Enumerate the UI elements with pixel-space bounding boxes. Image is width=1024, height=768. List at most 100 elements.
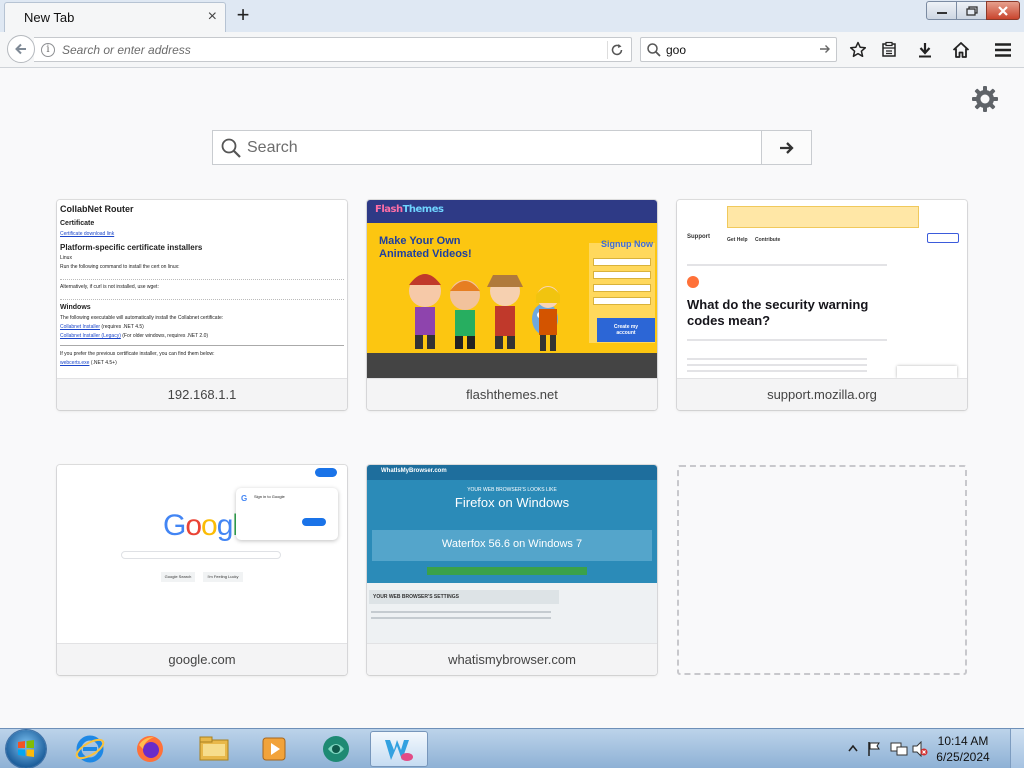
thumb-button: I'm Feeling Lucky [203, 572, 243, 582]
search-bar-input[interactable] [666, 41, 814, 59]
thumb-link: Certificate download link [60, 231, 115, 237]
top-site-tile-192-168-1-1[interactable]: CollabNet Router Certificate Certificate… [57, 200, 347, 410]
thumb-text: (requires .NET 4.5) [101, 324, 144, 330]
taskbar-browser-app[interactable] [310, 731, 362, 767]
taskbar: 10:14 AM 6/25/2024 [0, 728, 1024, 768]
thumb-code-line [60, 272, 344, 280]
thumb-code-line [60, 292, 344, 300]
thumb-popup-button [302, 518, 326, 526]
thumb-button: Google Search [161, 572, 195, 582]
new-tab-search-box[interactable] [212, 130, 812, 165]
search-go-arrow-icon[interactable] [818, 42, 832, 56]
thumb-header: FlashThemes [367, 200, 657, 223]
tab-new-tab[interactable]: New Tab × [4, 2, 226, 32]
thumb-logo-part: Flash [375, 204, 403, 215]
hamburger-menu-icon [995, 43, 1011, 57]
home-button[interactable] [949, 38, 973, 62]
top-site-tile-flashthemes[interactable]: FlashThemes Make Your Own Animated Video… [367, 200, 657, 410]
taskbar-firefox[interactable] [124, 731, 176, 767]
cartoon-girl-image [536, 286, 560, 351]
thumb-logo: Support [687, 234, 710, 240]
tile-label: support.mozilla.org [677, 378, 967, 410]
restore-button[interactable] [956, 1, 987, 20]
thumb-search-box [121, 551, 281, 559]
thumb-hero-caption: YOUR WEB BROWSER'S LOOKS LIKE [467, 487, 557, 493]
show-hidden-icons-icon[interactable] [848, 744, 858, 752]
top-site-tile-google[interactable]: Google Google Search I'm Feeling Lucky G… [57, 465, 347, 675]
taskbar-media-player[interactable] [248, 731, 300, 767]
google-g-icon: G [241, 494, 248, 503]
window-controls [926, 1, 1020, 21]
thumb-hero-subtitle: Waterfox 56.6 on Windows 7 [441, 538, 583, 550]
network-icon[interactable] [890, 741, 908, 757]
thumb-headline: Make Your Own Animated Videos! [379, 235, 472, 261]
thumb-hero: YOUR WEB BROWSER'S LOOKS LIKE Firefox on… [367, 480, 657, 583]
back-button[interactable] [7, 35, 35, 63]
reload-button[interactable] [607, 41, 625, 59]
thumb-signup-heading: Signup Now [601, 239, 653, 249]
minimize-button[interactable] [926, 1, 957, 20]
new-tab-search-input[interactable] [247, 137, 747, 159]
tile-thumbnail: Support Get Help Contribute What do the … [677, 200, 967, 378]
action-center-flag-icon[interactable] [867, 741, 881, 757]
tile-thumbnail: CollabNet Router Certificate Certificate… [57, 200, 347, 378]
thumb-logo: FlashThemes [375, 204, 444, 215]
thumb-footer [367, 353, 657, 378]
file-explorer-icon [199, 736, 229, 761]
clock-time: 10:14 AM [937, 734, 989, 748]
new-tab-search-submit-button[interactable] [761, 131, 811, 164]
start-button[interactable] [6, 730, 46, 768]
bookmark-star-button[interactable] [846, 38, 870, 62]
thumb-heading: CollabNet Router [60, 204, 134, 214]
thumb-logo-part: Themes [402, 204, 444, 215]
thumb-text-line [371, 617, 551, 619]
search-icon [221, 138, 241, 158]
thumb-subheading: Windows [60, 304, 91, 311]
close-button[interactable] [986, 1, 1020, 20]
thumb-text: (.NET 4.5+) [90, 360, 117, 366]
volume-muted-icon[interactable] [912, 741, 928, 757]
thumb-popup-title: Sign in to Google [254, 494, 285, 499]
tile-thumbnail: WhatIsMyBrowser.com YOUR WEB BROWSER'S L… [367, 465, 657, 643]
thumb-form-field [593, 297, 651, 305]
url-bar[interactable]: i [34, 37, 632, 62]
taskbar-clock[interactable]: 10:14 AM 6/25/2024 [928, 733, 998, 765]
tab-close-icon[interactable]: × [208, 8, 217, 26]
tile-label: google.com [57, 643, 347, 675]
clock-date: 6/25/2024 [936, 750, 990, 764]
taskbar-internet-explorer[interactable] [64, 731, 116, 767]
thumb-button [927, 233, 959, 243]
bookmarks-menu-icon [882, 41, 896, 57]
navigation-toolbar: i [0, 32, 1024, 68]
thumb-text: Linux [60, 255, 72, 261]
thumb-hero-title: Firefox on Windows [454, 495, 570, 510]
new-tab-button[interactable]: + [232, 3, 254, 27]
taskbar-waterfox[interactable] [370, 731, 428, 767]
downloads-button[interactable] [913, 38, 937, 62]
browser-app-icon [323, 736, 349, 762]
thumb-form-field [593, 258, 651, 266]
open-menu-button[interactable] [991, 38, 1015, 62]
tile-label: flashthemes.net [367, 378, 657, 410]
thumb-sign-in-popup: G Sign in to Google [236, 488, 338, 540]
show-desktop-button[interactable] [1010, 729, 1024, 768]
minimize-icon [936, 11, 947, 14]
thumb-headline-line: Make Your Own [379, 235, 461, 247]
site-info-icon[interactable]: i [41, 43, 55, 57]
tile-thumbnail: Google Google Search I'm Feeling Lucky G… [57, 465, 347, 643]
media-player-icon [262, 737, 286, 761]
thumb-link: Collabnet Installer (Legacy) [60, 333, 121, 339]
home-icon [952, 42, 970, 58]
reload-icon [611, 44, 622, 56]
taskbar-file-explorer[interactable] [188, 731, 240, 767]
reading-list-button[interactable] [877, 38, 901, 62]
empty-tile-slot [677, 465, 967, 675]
search-bar[interactable] [640, 37, 837, 62]
restore-icon [965, 5, 978, 16]
top-site-tile-whatismybrowser[interactable]: WhatIsMyBrowser.com YOUR WEB BROWSER'S L… [367, 465, 657, 675]
title-bar: New Tab × + [0, 0, 1024, 32]
thumb-text-line [687, 364, 867, 366]
url-input[interactable] [62, 41, 592, 59]
top-site-tile-support-mozilla[interactable]: Support Get Help Contribute What do the … [677, 200, 967, 410]
new-tab-settings-gear-icon[interactable] [970, 84, 1000, 114]
